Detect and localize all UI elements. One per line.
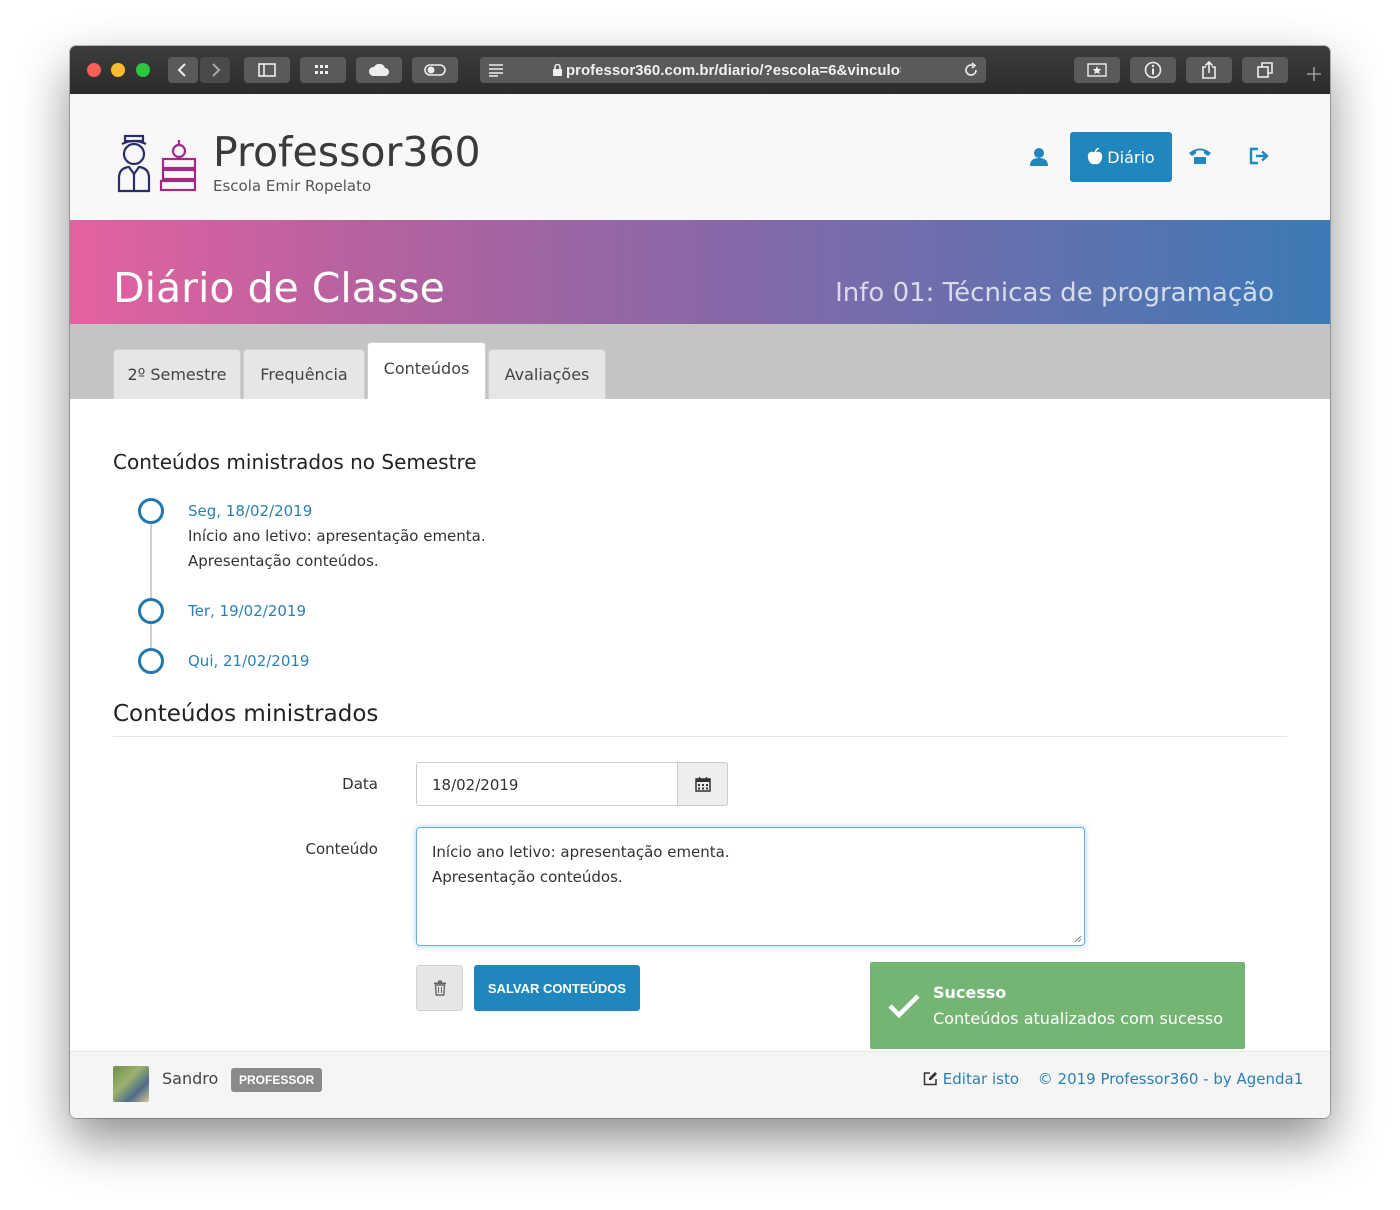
reload-icon[interactable] bbox=[963, 62, 979, 78]
save-button[interactable]: SALVAR CONTEÚDOS bbox=[474, 965, 640, 1011]
date-field[interactable]: 18/02/2019 bbox=[416, 762, 678, 806]
school-name: Escola Emir Ropelato bbox=[213, 177, 372, 195]
tab-semestre[interactable]: 2º Semestre bbox=[113, 349, 241, 399]
timeline-date-link[interactable]: Qui, 21/02/2019 bbox=[188, 652, 309, 670]
copyright-text[interactable]: © 2019 Professor360 - by Agenda1 bbox=[1038, 1070, 1304, 1088]
tab-conteudos[interactable]: Conteúdos bbox=[367, 342, 486, 399]
tab-frequencia[interactable]: Frequência bbox=[243, 349, 365, 399]
timeline-content-line: Apresentação conteúdos. bbox=[188, 552, 379, 570]
calendar-icon bbox=[694, 777, 711, 792]
minimize-window-button[interactable] bbox=[111, 63, 125, 77]
content-textarea[interactable]: Início ano letivo: apresentação ementa. … bbox=[416, 827, 1085, 946]
footer-links: Editar isto © 2019 Professor360 - by Age… bbox=[923, 1070, 1303, 1088]
address-bar[interactable]: professor360.com.br/diario/?escola=6&vin… bbox=[480, 57, 986, 83]
zoom-window-button[interactable] bbox=[136, 63, 150, 77]
sidebar-icon bbox=[258, 63, 276, 77]
browser-window: professor360.com.br/diario/?escola=6&vin… bbox=[70, 46, 1330, 1118]
timeline-line bbox=[150, 511, 152, 667]
timeline-date-link[interactable]: Seg, 18/02/2019 bbox=[188, 502, 312, 520]
tabs-icon bbox=[1257, 62, 1273, 78]
share-button[interactable] bbox=[1186, 57, 1232, 83]
new-tab-button[interactable] bbox=[1302, 62, 1326, 86]
share-icon bbox=[1202, 61, 1216, 79]
grid-icon bbox=[315, 65, 328, 74]
delete-button[interactable] bbox=[416, 965, 463, 1011]
sign-out-icon bbox=[1249, 147, 1269, 165]
tab-overview-button[interactable] bbox=[300, 57, 346, 83]
info-button[interactable] bbox=[1130, 57, 1176, 83]
section-divider bbox=[113, 736, 1287, 737]
resize-handle-icon[interactable] bbox=[1072, 933, 1082, 943]
reader-icon bbox=[489, 64, 503, 77]
plus-icon bbox=[1307, 67, 1321, 81]
app-header: Professor360 Escola Emir Ropelato Diário bbox=[70, 94, 1330, 220]
role-badge: PROFESSOR bbox=[231, 1068, 323, 1092]
star-icon bbox=[1087, 63, 1107, 77]
timeline-dot bbox=[138, 598, 164, 624]
content-textarea-line: Início ano letivo: apresentação ementa. bbox=[432, 843, 730, 861]
profile-nav-button[interactable] bbox=[1028, 146, 1050, 172]
main-content: Conteúdos ministrados no Semestre Seg, 1… bbox=[70, 399, 1330, 1051]
toast-message: Conteúdos atualizados com sucesso bbox=[933, 1009, 1224, 1028]
tab-bar: 2º Semestre Frequência Conteúdos Avaliaç… bbox=[70, 324, 1330, 399]
timeline-date-link[interactable]: Ter, 19/02/2019 bbox=[188, 602, 306, 620]
professor360-logo bbox=[117, 134, 197, 193]
trash-icon bbox=[433, 980, 446, 996]
edit-icon bbox=[923, 1072, 937, 1086]
info-icon bbox=[1144, 61, 1162, 79]
checkmark-icon bbox=[888, 994, 920, 1018]
url-text: professor360.com.br/diario/?escola=6&vin… bbox=[566, 62, 901, 79]
browser-toolbar: professor360.com.br/diario/?escola=6&vin… bbox=[70, 46, 1330, 95]
back-button[interactable] bbox=[168, 57, 198, 83]
tab-avaliacoes[interactable]: Avaliações bbox=[488, 349, 606, 399]
forward-button[interactable] bbox=[200, 57, 230, 83]
success-toast[interactable]: Sucesso Conteúdos atualizados com sucess… bbox=[870, 962, 1245, 1049]
timeline-dot bbox=[138, 648, 164, 674]
cloud-icon bbox=[368, 63, 389, 76]
brand-name[interactable]: Professor360 bbox=[213, 128, 481, 176]
avatar bbox=[113, 1066, 149, 1102]
page-banner: Diário de Classe Info 01: Técnicas de pr… bbox=[70, 220, 1330, 324]
logout-nav-button[interactable] bbox=[1248, 146, 1270, 170]
page-footer: Sandro PROFESSOR Editar isto © 2019 Prof… bbox=[70, 1051, 1330, 1118]
chevron-right-icon bbox=[212, 63, 221, 77]
toast-title: Sucesso bbox=[933, 983, 1007, 1002]
contact-nav-button[interactable] bbox=[1188, 146, 1212, 170]
date-label: Data bbox=[342, 775, 378, 793]
phone-icon bbox=[1189, 148, 1211, 164]
course-name: Info 01: Técnicas de programação bbox=[835, 278, 1274, 308]
diario-nav-button[interactable]: Diário bbox=[1070, 132, 1172, 182]
form-section-title: Conteúdos ministrados bbox=[113, 701, 379, 727]
user-name: Sandro bbox=[162, 1069, 219, 1088]
extension-button[interactable] bbox=[412, 57, 458, 83]
lock-icon bbox=[553, 63, 562, 76]
calendar-button[interactable] bbox=[678, 762, 728, 806]
timeline-content-line: Início ano letivo: apresentação ementa. bbox=[188, 527, 486, 545]
semester-section-title: Conteúdos ministrados no Semestre bbox=[113, 450, 477, 474]
toggle-icon bbox=[424, 64, 446, 76]
chevron-left-icon bbox=[177, 63, 186, 77]
page-title: Diário de Classe bbox=[113, 264, 445, 312]
icloud-button[interactable] bbox=[356, 57, 402, 83]
diario-nav-label: Diário bbox=[1107, 147, 1155, 167]
content-label: Conteúdo bbox=[305, 840, 378, 858]
bookmarks-button[interactable] bbox=[1074, 57, 1120, 83]
timeline-dot bbox=[138, 498, 164, 524]
apple-icon bbox=[1088, 148, 1103, 165]
content-textarea-line: Apresentação conteúdos. bbox=[432, 868, 623, 886]
sidebar-toggle-button[interactable] bbox=[244, 57, 290, 83]
close-window-button[interactable] bbox=[87, 63, 101, 77]
user-icon bbox=[1030, 148, 1048, 166]
edit-link[interactable]: Editar isto bbox=[943, 1070, 1019, 1088]
tabs-button[interactable] bbox=[1242, 57, 1288, 83]
